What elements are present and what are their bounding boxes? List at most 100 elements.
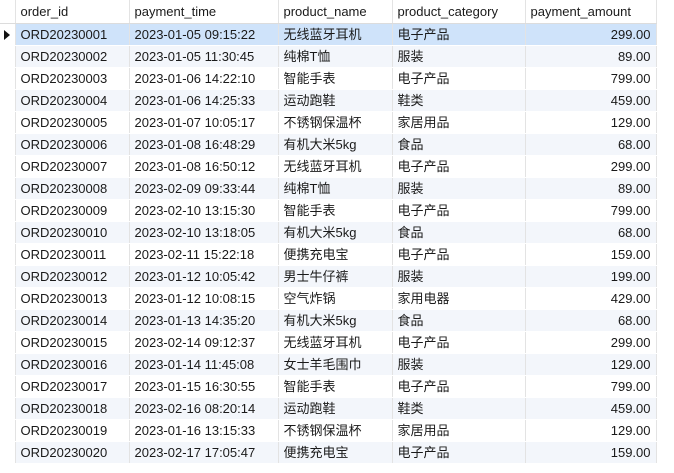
cell-order-id[interactable]: ORD20230019: [15, 419, 130, 442]
cell-payment-amount[interactable]: 459.00: [525, 89, 657, 112]
cell-product-name[interactable]: 不锈钢保温杯: [278, 419, 393, 442]
cell-payment-time[interactable]: 2023-02-10 13:15:30: [129, 199, 279, 222]
cell-product-name[interactable]: 智能手表: [278, 375, 393, 398]
cell-payment-time[interactable]: 2023-01-06 14:22:10: [129, 67, 279, 90]
table-row[interactable]: ORD20230016 2023-01-14 11:45:08 女士羊毛围巾 服装 12…: [0, 353, 657, 376]
table-row[interactable]: ORD20230020 2023-02-17 17:05:47 便携充电宝 电子产品 1…: [0, 441, 657, 464]
cell-order-id[interactable]: ORD20230008: [15, 177, 130, 200]
cell-payment-time[interactable]: 2023-01-16 13:15:33: [129, 419, 279, 442]
cell-product-name[interactable]: 便携充电宝: [278, 243, 393, 266]
table-row[interactable]: ORD20230003 2023-01-06 14:22:10 智能手表 电子产品 79…: [0, 67, 657, 90]
cell-payment-time[interactable]: 2023-01-15 16:30:55: [129, 375, 279, 398]
table-row[interactable]: ORD20230018 2023-02-16 08:20:14 运动跑鞋 鞋类 459.…: [0, 397, 657, 420]
table-row[interactable]: ORD20230006 2023-01-08 16:48:29 有机大米5kg 食品 6…: [0, 133, 657, 156]
cell-order-id[interactable]: ORD20230001: [15, 23, 130, 46]
cell-product-category[interactable]: 食品: [392, 309, 526, 332]
cell-order-id[interactable]: ORD20230012: [15, 265, 130, 288]
cell-product-name[interactable]: 便携充电宝: [278, 441, 393, 464]
cell-product-category[interactable]: 电子产品: [392, 441, 526, 464]
cell-product-name[interactable]: 无线蓝牙耳机: [278, 23, 393, 46]
cell-product-name[interactable]: 无线蓝牙耳机: [278, 331, 393, 354]
cell-payment-time[interactable]: 2023-02-16 08:20:14: [129, 397, 279, 420]
row-marker[interactable]: [0, 177, 16, 200]
cell-product-category[interactable]: 电子产品: [392, 199, 526, 222]
cell-product-category[interactable]: 服装: [392, 45, 526, 68]
table-row[interactable]: ORD20230004 2023-01-06 14:25:33 运动跑鞋 鞋类 459.…: [0, 89, 657, 112]
cell-order-id[interactable]: ORD20230020: [15, 441, 130, 464]
cell-payment-time[interactable]: 2023-01-13 14:35:20: [129, 309, 279, 332]
table-row[interactable]: ORD20230011 2023-02-11 15:22:18 便携充电宝 电子产品 1…: [0, 243, 657, 266]
row-marker[interactable]: [0, 67, 16, 90]
cell-product-category[interactable]: 电子产品: [392, 155, 526, 178]
table-row[interactable]: ORD20230005 2023-01-07 10:05:17 不锈钢保温杯 家居用品…: [0, 111, 657, 134]
cell-order-id[interactable]: ORD20230002: [15, 45, 130, 68]
cell-order-id[interactable]: ORD20230004: [15, 89, 130, 112]
cell-order-id[interactable]: ORD20230016: [15, 353, 130, 376]
row-marker[interactable]: [0, 111, 16, 134]
cell-payment-amount[interactable]: 68.00: [525, 221, 657, 244]
cell-order-id[interactable]: ORD20230011: [15, 243, 130, 266]
cell-product-category[interactable]: 电子产品: [392, 67, 526, 90]
table-row[interactable]: ORD20230007 2023-01-08 16:50:12 无线蓝牙耳机 电子产品…: [0, 155, 657, 178]
cell-payment-time[interactable]: 2023-01-05 09:15:22: [129, 23, 279, 46]
row-marker[interactable]: [0, 221, 16, 244]
table-row[interactable]: ORD20230008 2023-02-09 09:33:44 纯棉T恤 服装 89.0…: [0, 177, 657, 200]
cell-product-name[interactable]: 无线蓝牙耳机: [278, 155, 393, 178]
row-marker[interactable]: [0, 133, 16, 156]
cell-order-id[interactable]: ORD20230003: [15, 67, 130, 90]
cell-product-name[interactable]: 不锈钢保温杯: [278, 111, 393, 134]
cell-order-id[interactable]: ORD20230007: [15, 155, 130, 178]
cell-payment-time[interactable]: 2023-01-07 10:05:17: [129, 111, 279, 134]
column-header-order-id[interactable]: order_id: [15, 0, 130, 24]
cell-payment-amount[interactable]: 129.00: [525, 353, 657, 376]
column-header-product-category[interactable]: product_category: [392, 0, 526, 24]
table-row[interactable]: ORD20230009 2023-02-10 13:15:30 智能手表 电子产品 79…: [0, 199, 657, 222]
row-marker[interactable]: [0, 441, 16, 464]
cell-product-category[interactable]: 电子产品: [392, 243, 526, 266]
cell-payment-time[interactable]: 2023-02-11 15:22:18: [129, 243, 279, 266]
row-marker[interactable]: [0, 155, 16, 178]
row-marker[interactable]: [0, 309, 16, 332]
cell-product-name[interactable]: 运动跑鞋: [278, 397, 393, 420]
cell-payment-amount[interactable]: 129.00: [525, 111, 657, 134]
cell-product-name[interactable]: 有机大米5kg: [278, 221, 393, 244]
cell-product-category[interactable]: 电子产品: [392, 331, 526, 354]
cell-payment-time[interactable]: 2023-02-17 17:05:47: [129, 441, 279, 464]
table-row[interactable]: ORD20230001 2023-01-05 09:15:22 无线蓝牙耳机 电子产品…: [0, 23, 657, 46]
cell-payment-amount[interactable]: 299.00: [525, 331, 657, 354]
cell-product-category[interactable]: 食品: [392, 221, 526, 244]
cell-product-name[interactable]: 智能手表: [278, 67, 393, 90]
cell-payment-time[interactable]: 2023-02-10 13:18:05: [129, 221, 279, 244]
cell-payment-time[interactable]: 2023-02-09 09:33:44: [129, 177, 279, 200]
cell-payment-amount[interactable]: 89.00: [525, 45, 657, 68]
table-row[interactable]: ORD20230014 2023-01-13 14:35:20 有机大米5kg 食品 6…: [0, 309, 657, 332]
cell-product-category[interactable]: 服装: [392, 265, 526, 288]
table-row[interactable]: ORD20230012 2023-01-12 10:05:42 男士牛仔裤 服装 199…: [0, 265, 657, 288]
row-marker[interactable]: [0, 353, 16, 376]
cell-product-category[interactable]: 食品: [392, 133, 526, 156]
cell-payment-time[interactable]: 2023-01-06 14:25:33: [129, 89, 279, 112]
row-marker[interactable]: [0, 265, 16, 288]
cell-payment-time[interactable]: 2023-01-08 16:48:29: [129, 133, 279, 156]
cell-payment-amount[interactable]: 299.00: [525, 155, 657, 178]
cell-product-category[interactable]: 家居用品: [392, 419, 526, 442]
row-marker[interactable]: [0, 45, 16, 68]
cell-payment-amount[interactable]: 429.00: [525, 287, 657, 310]
cell-payment-amount[interactable]: 199.00: [525, 265, 657, 288]
cell-payment-amount[interactable]: 799.00: [525, 199, 657, 222]
cell-payment-amount[interactable]: 89.00: [525, 177, 657, 200]
column-header-product-name[interactable]: product_name: [278, 0, 393, 24]
cell-order-id[interactable]: ORD20230017: [15, 375, 130, 398]
cell-product-name[interactable]: 有机大米5kg: [278, 133, 393, 156]
cell-order-id[interactable]: ORD20230006: [15, 133, 130, 156]
cell-product-name[interactable]: 纯棉T恤: [278, 45, 393, 68]
cell-payment-amount[interactable]: 159.00: [525, 243, 657, 266]
cell-product-name[interactable]: 有机大米5kg: [278, 309, 393, 332]
cell-product-name[interactable]: 空气炸锅: [278, 287, 393, 310]
row-marker[interactable]: [0, 331, 16, 354]
cell-payment-time[interactable]: 2023-01-12 10:08:15: [129, 287, 279, 310]
cell-product-category[interactable]: 电子产品: [392, 23, 526, 46]
row-marker[interactable]: [0, 287, 16, 310]
cell-payment-amount[interactable]: 68.00: [525, 133, 657, 156]
table-row[interactable]: ORD20230002 2023-01-05 11:30:45 纯棉T恤 服装 89.0…: [0, 45, 657, 68]
